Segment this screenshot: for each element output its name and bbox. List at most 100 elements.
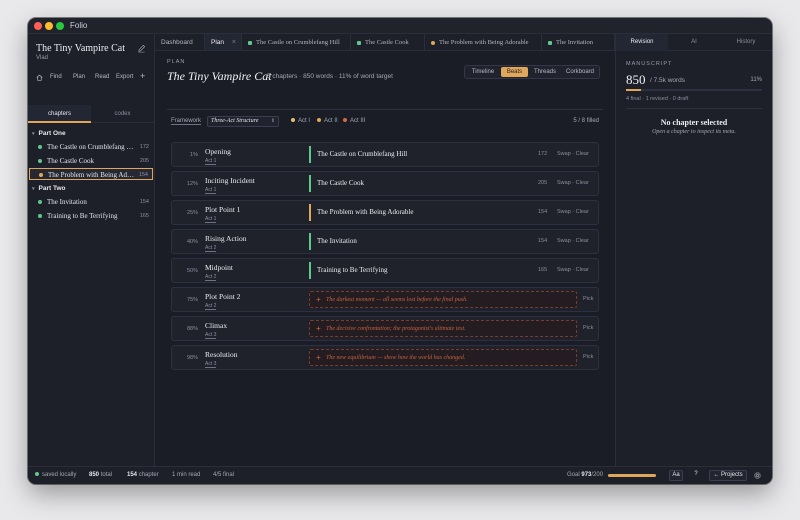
tab-chapter[interactable]: The Invitation — [542, 34, 615, 50]
chapter-words: 154 — [139, 199, 149, 205]
status-final-dot — [38, 214, 42, 218]
chapter-words-label: chapter — [138, 472, 159, 478]
clear-button[interactable]: Clear — [576, 180, 589, 186]
pick-button[interactable]: Pick — [583, 354, 593, 360]
document-tabs: Dashboard Plan × The Castle on Crumblefan… — [155, 34, 615, 51]
tab-ai[interactable]: AI — [668, 34, 720, 51]
inspector-panel: Revision AI History MANUSCRIPT 850 / 7.5… — [615, 34, 772, 466]
beat-row: 50% Midpoint Act 2 Training to Be Terrif… — [171, 258, 599, 283]
tab-chapter[interactable]: The Castle on Crumblefang Hill — [242, 34, 351, 50]
read-button[interactable]: Read — [95, 74, 109, 80]
beat-name: Climax — [205, 321, 228, 330]
status-bar: saved locally 850 total 154 chapter 1 mi… — [28, 466, 772, 484]
chapter-title: The Castle on Crumblefang Hill — [47, 143, 135, 151]
plan-view: PLAN The Tiny Vampire Cat 5 chapters · 8… — [155, 51, 615, 466]
sidebar-tabs: chapters codex — [28, 105, 155, 123]
add-icon[interactable]: + — [140, 71, 145, 81]
beat-prompt: The decisive confrontation; the protagon… — [326, 326, 466, 332]
chapter-words: 154 chapter — [127, 472, 159, 478]
chapter-item[interactable]: The Castle Cook 205 — [29, 155, 153, 167]
beat-percent: 75% — [186, 297, 198, 303]
swap-button[interactable]: Swap — [557, 209, 571, 215]
swap-button[interactable]: Swap — [557, 267, 571, 273]
pencil-icon[interactable] — [137, 44, 146, 53]
beat-slot[interactable]: Training to Be Terrifying 165 Swap · Cle… — [309, 262, 589, 279]
empty-beat-slot[interactable]: + The new equilibrium — show how the wor… — [309, 349, 577, 366]
beat-slot[interactable]: The Castle on Crumblefang Hill 172 Swap … — [309, 146, 589, 163]
beat-name: Opening — [205, 147, 231, 156]
close-tab-icon[interactable]: × — [232, 34, 236, 50]
view-corkboard[interactable]: Corkboard — [562, 67, 598, 77]
tab-codex[interactable]: codex — [91, 105, 154, 123]
book-author: Vlad — [36, 55, 49, 61]
app-title: Folio — [70, 21, 88, 30]
gear-icon[interactable] — [753, 471, 762, 480]
clear-button[interactable]: Clear — [576, 209, 589, 215]
chapter-item[interactable]: Training to Be Terrifying 165 — [29, 210, 153, 222]
find-button[interactable]: Find — [50, 74, 62, 80]
beat-slot[interactable]: The Castle Cook 205 Swap · Clear — [309, 175, 589, 192]
part-header[interactable]: ▾ Part One — [32, 130, 66, 137]
framework-select[interactable]: Three-Act Structure ⇕ — [207, 116, 279, 127]
beat-name: Inciting Incident — [205, 176, 255, 185]
slot-words: 154 — [538, 238, 548, 244]
filled-count: 5 / 8 filled — [573, 118, 599, 124]
tab-label: The Castle on Crumblefang Hill — [256, 39, 340, 46]
plan-button[interactable]: Plan — [73, 74, 85, 80]
word-percent: 11% — [750, 77, 762, 83]
clear-button[interactable]: Clear — [576, 151, 589, 157]
beat-name: Plot Point 2 — [205, 292, 241, 301]
tab-label: The Problem with Being Adorable — [439, 39, 529, 46]
swap-button[interactable]: Swap — [557, 151, 571, 157]
clear-button[interactable]: Clear — [576, 267, 589, 273]
manuscript-progress-fill — [626, 89, 642, 91]
chapter-item[interactable]: The Invitation 154 — [29, 196, 153, 208]
divider — [626, 108, 762, 109]
tab-plan[interactable]: Plan × — [205, 34, 242, 50]
status-final-dot — [357, 40, 361, 45]
beat-slot[interactable]: The Problem with Being Adorable 154 Swap… — [309, 204, 589, 221]
tab-chapter[interactable]: The Problem with Being Adorable — [425, 34, 542, 50]
pick-button[interactable]: Pick — [583, 296, 593, 302]
read-time: 1 min read — [172, 472, 201, 478]
tab-history[interactable]: History — [720, 34, 772, 51]
tab-label: Plan — [211, 39, 225, 46]
projects-button[interactable]: ← Projects — [709, 470, 747, 481]
zoom-window-button[interactable] — [56, 22, 64, 30]
beat-percent: 40% — [186, 239, 198, 245]
clear-button[interactable]: Clear — [576, 238, 589, 244]
empty-beat-slot[interactable]: + The decisive confrontation; the protag… — [309, 320, 577, 337]
home-icon[interactable] — [36, 74, 43, 81]
swap-button[interactable]: Swap — [557, 238, 571, 244]
plus-icon: + — [316, 324, 321, 333]
sidebar: The Tiny Vampire Cat Vlad Find Plan Read… — [28, 34, 155, 466]
beat-row: 40% Rising Action Act 2 The Invitation 1… — [171, 229, 599, 254]
framework-label: Framework — [171, 118, 202, 125]
beat-act: Act 1 — [205, 158, 217, 165]
beat-row: 12% Inciting Incident Act 1 The Castle C… — [171, 171, 599, 196]
tab-chapters[interactable]: chapters — [28, 105, 91, 123]
font-size-button[interactable]: Aa — [669, 470, 683, 481]
tab-chapter[interactable]: The Castle Cook — [351, 34, 425, 50]
part-header[interactable]: ▾ Part Two — [32, 185, 65, 192]
beat-row-empty: 88% Climax Act 3 + The decisive confront… — [171, 316, 599, 341]
view-timeline[interactable]: Timeline — [468, 67, 498, 77]
beat-slot[interactable]: The Invitation 154 Swap · Clear — [309, 233, 589, 250]
close-window-button[interactable] — [34, 22, 42, 30]
minimize-window-button[interactable] — [45, 22, 53, 30]
beat-act: Act 1 — [205, 216, 217, 223]
view-threads[interactable]: Threads — [531, 67, 559, 77]
tab-dashboard[interactable]: Dashboard — [155, 34, 205, 50]
caret-down-icon: ▾ — [32, 186, 35, 192]
chapter-title: Training to Be Terrifying — [47, 212, 118, 220]
pick-button[interactable]: Pick — [583, 325, 593, 331]
part-name: Part Two — [38, 185, 66, 192]
tab-revision[interactable]: Revision — [616, 34, 668, 51]
empty-beat-slot[interactable]: + The darkest moment — all seems lost be… — [309, 291, 577, 308]
export-button[interactable]: Export — [116, 74, 133, 80]
chapter-item[interactable]: The Castle on Crumblefang Hill 172 — [29, 141, 153, 153]
help-button[interactable]: ? — [690, 470, 702, 481]
swap-button[interactable]: Swap — [557, 180, 571, 186]
view-beats[interactable]: Beats — [501, 67, 528, 77]
chapter-item-selected[interactable]: The Problem with Being Adorable 154 — [29, 168, 153, 180]
